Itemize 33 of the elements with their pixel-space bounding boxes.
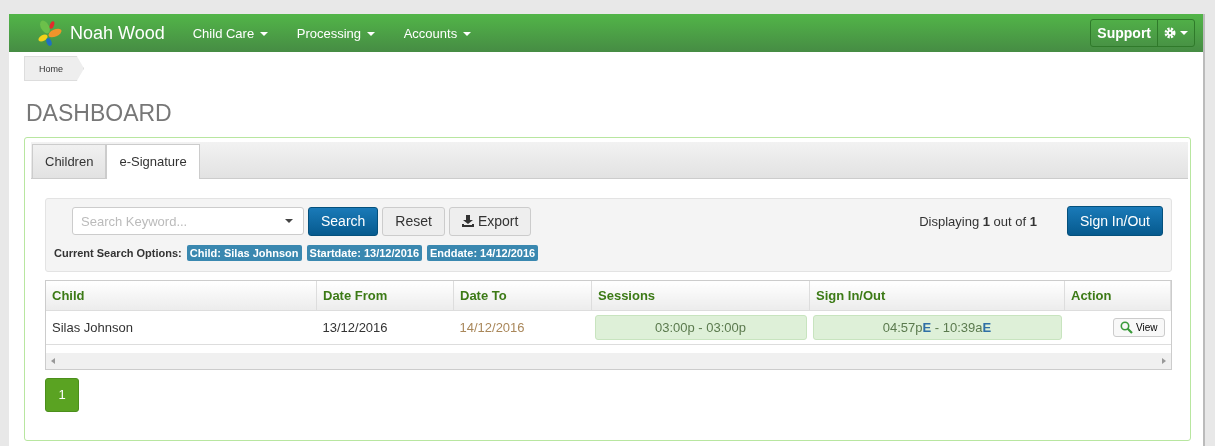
view-button[interactable]: View xyxy=(1113,318,1165,337)
horizontal-scrollbar[interactable] xyxy=(46,353,1171,369)
session-time: 03:00p - 03:00p xyxy=(594,315,807,340)
search-button[interactable]: Reset xyxy=(382,206,445,236)
brand-name[interactable]: Noah Wood xyxy=(70,22,165,44)
page-button[interactable]: 1 xyxy=(45,378,79,412)
search-icon xyxy=(1120,321,1133,334)
search-button[interactable]: Search xyxy=(308,206,379,236)
filter-tag: Startdate: 13/12/2016 xyxy=(306,245,422,261)
table-cell: 14/12/2016 xyxy=(453,310,592,345)
sign-time: 04:57pE - 10:39aE xyxy=(812,315,1062,340)
filter-tag: Child: Silas Johnson xyxy=(186,245,302,261)
result-count: Displaying 1 out of 1 xyxy=(919,213,1037,229)
column-header: Action xyxy=(1064,281,1171,311)
gear-icon xyxy=(1164,27,1176,39)
breadcrumb-link[interactable]: Home xyxy=(24,56,84,81)
nav-menu[interactable]: Accounts xyxy=(403,25,471,41)
search-button[interactable]: Export xyxy=(448,206,532,236)
tab[interactable]: e-Signature xyxy=(106,144,200,179)
column-header: Sign In/Out xyxy=(809,281,1065,311)
nav-menu[interactable]: Child Care xyxy=(192,25,268,41)
search-options-label: Current Search Options: xyxy=(54,247,182,259)
column-header: Child xyxy=(46,281,317,311)
filter-tag: Enddate: 14/12/2016 xyxy=(427,245,539,261)
table-cell: 13/12/2016 xyxy=(316,310,454,345)
column-header: Date From xyxy=(316,281,454,311)
sign-in-out-button[interactable]: Sign In/Out xyxy=(1066,206,1163,236)
page-title: DASHBOARD xyxy=(26,100,173,127)
nav-menu[interactable]: Processing xyxy=(296,25,375,41)
table-cell: Silas Johnson xyxy=(46,310,317,345)
download-icon xyxy=(461,215,474,227)
column-header: Sessions xyxy=(591,281,810,311)
column-header: Date To xyxy=(453,281,592,311)
